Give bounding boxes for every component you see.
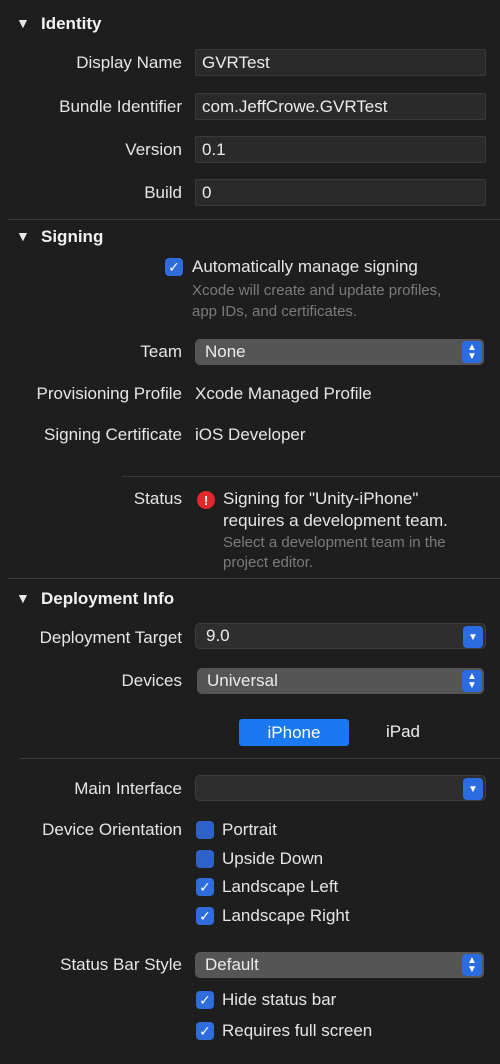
requires-full-screen-label: Requires full screen [222,1021,373,1040]
updown-chevron-icon: ▲ ▼ [462,670,482,692]
prov-profile-label: Provisioning Profile [36,384,182,403]
display-name-label: Display Name [76,53,182,72]
divider [8,219,500,220]
devices-label: Devices [121,671,182,690]
landscape-left-checkbox[interactable]: ✓ [196,878,214,896]
status-bar-style-label: Status Bar Style [60,955,182,974]
signing-cert-value: iOS Developer [195,425,306,444]
signing-disclosure-icon[interactable]: ▼ [16,228,30,244]
deployment-target-value: 9.0 [206,626,230,645]
chevron-down-icon[interactable]: ▼ [463,626,483,648]
requires-full-screen-checkbox[interactable]: ✓ [196,1022,214,1040]
segment-iphone[interactable]: iPhone [239,719,349,746]
device-orientation-label: Device Orientation [42,820,182,839]
status-hint-line-1: Select a development team in the [223,534,446,551]
signing-cert-label: Signing Certificate [44,425,182,444]
identity-disclosure-icon[interactable]: ▼ [16,15,30,31]
divider [122,476,500,477]
signing-section-title: Signing [41,227,104,246]
updown-chevron-icon: ▲ ▼ [462,954,482,976]
status-hint-line-2: project editor. [223,554,314,571]
hide-status-bar-checkbox[interactable]: ✓ [196,991,214,1009]
status-message-line-1: Signing for "Unity-iPhone" [223,489,419,508]
deployment-target-label: Deployment Target [39,628,182,647]
bundle-id-field[interactable]: com.JeffCrowe.GVRTest [195,93,486,120]
status-bar-style-popup[interactable]: Default ▲ ▼ [195,952,484,978]
team-label: Team [140,342,182,361]
status-bar-style-value: Default [205,955,259,974]
auto-manage-label: Automatically manage signing [192,257,418,276]
devices-popup[interactable]: Universal ▲ ▼ [197,668,484,694]
portrait-checkbox[interactable]: ✓ [196,821,214,839]
divider [20,758,500,759]
version-label: Version [125,140,182,159]
prov-profile-value: Xcode Managed Profile [195,384,372,403]
auto-manage-hint-line-1: Xcode will create and update profiles, [192,282,442,299]
deployment-section-title: Deployment Info [41,589,175,608]
status-label: Status [133,489,182,508]
bundle-id-label: Bundle Identifier [59,97,182,116]
updown-chevron-icon: ▲ ▼ [462,341,482,363]
version-field[interactable]: 0.1 [195,136,486,163]
landscape-left-label: Landscape Left [222,877,339,896]
error-icon: ! [197,491,215,509]
landscape-right-checkbox[interactable]: ✓ [196,907,214,925]
build-label: Build [144,183,182,202]
main-interface-label: Main Interface [74,779,182,798]
devices-popup-value: Universal [207,671,278,690]
main-interface-combo[interactable]: ▼ [195,775,486,801]
deployment-disclosure-icon[interactable]: ▼ [16,590,30,606]
auto-manage-hint-line-2: app IDs, and certificates. [192,303,358,320]
upside-down-checkbox[interactable]: ✓ [196,850,214,868]
build-field[interactable]: 0 [195,179,486,206]
team-popup[interactable]: None ▲ ▼ [195,339,484,365]
display-name-field[interactable]: GVRTest [195,49,486,76]
deployment-target-combo[interactable]: 9.0 ▼ [195,623,486,649]
landscape-right-label: Landscape Right [222,906,350,925]
chevron-down-icon[interactable]: ▼ [463,778,483,800]
portrait-label: Portrait [222,820,277,839]
auto-manage-checkbox[interactable]: ✓ [165,258,183,276]
segment-ipad[interactable]: iPad [352,718,454,745]
upside-down-label: Upside Down [222,849,324,868]
identity-section-title: Identity [41,14,102,33]
divider [8,578,500,579]
hide-status-bar-label: Hide status bar [222,990,337,1009]
team-popup-value: None [205,342,246,361]
status-message-line-2: requires a development team. [223,511,448,530]
